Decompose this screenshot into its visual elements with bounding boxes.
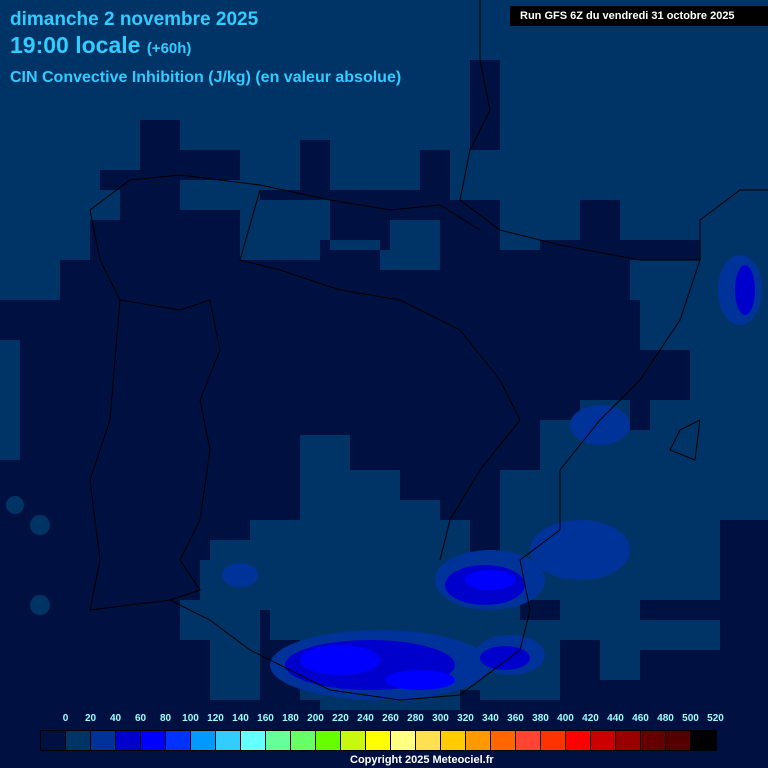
legend-swatch [116,731,141,750]
parameter-title: CIN Convective Inhibition (J/kg) (en val… [10,69,402,86]
legend-label: 180 [282,713,299,724]
legend-swatch [141,731,166,750]
legend-swatch [241,731,266,750]
legend-color-bar [40,730,717,751]
legend-label: 440 [607,713,624,724]
legend-swatch [91,731,116,750]
legend-swatch [666,731,691,750]
run-info: Run GFS 6Z du vendredi 31 octobre 2025 [510,6,768,26]
legend-label: 360 [507,713,524,724]
legend-swatch [416,731,441,750]
legend-swatch [541,731,566,750]
legend-label: 80 [159,713,172,724]
legend-label: 0 [62,713,69,724]
copyright: Copyright 2025 Meteociel.fr [350,754,494,766]
legend-swatch [391,731,416,750]
legend-label: 160 [257,713,274,724]
legend-label: 500 [682,713,699,724]
legend-label: 240 [357,713,374,724]
cin-map [0,0,768,710]
legend-swatch [41,731,66,750]
legend-label: 40 [109,713,122,724]
legend-swatch [441,731,466,750]
legend-swatch [641,731,666,750]
legend-swatch [491,731,516,750]
legend-label: 260 [382,713,399,724]
legend-label: 280 [407,713,424,724]
legend-label: 520 [707,713,724,724]
legend-label: 300 [432,713,449,724]
legend-swatch [266,731,291,750]
legend-swatch [566,731,591,750]
legend-label: 200 [307,713,324,724]
legend-swatch [166,731,191,750]
legend-label: 220 [332,713,349,724]
legend-swatch [216,731,241,750]
legend-label: 380 [532,713,549,724]
legend-swatch [691,731,716,750]
legend-label: 400 [557,713,574,724]
legend-swatch [366,731,391,750]
legend-label: 460 [632,713,649,724]
legend-swatch [616,731,641,750]
legend-label: 120 [207,713,224,724]
lead-time: (+60h) [146,40,192,57]
legend-label: 100 [182,713,199,724]
local-time: 19:00 locale [10,32,141,58]
legend-swatch [591,731,616,750]
legend-label: 60 [134,713,147,724]
legend-swatch [66,731,91,750]
legend-swatch [466,731,491,750]
legend-label: 420 [582,713,599,724]
legend-swatch [341,731,366,750]
legend-label: 320 [457,713,474,724]
legend-swatch [316,731,341,750]
legend-labels: 0 20 40 60 80 100 120 140 160 180 200 220 240 260 280 3… [53,713,728,724]
legend-swatch [516,731,541,750]
legend-label: 20 [84,713,97,724]
legend-label: 140 [232,713,249,724]
legend-label: 480 [657,713,674,724]
legend-label: 340 [482,713,499,724]
forecast-date: dimanche 2 novembre 2025 [10,9,259,30]
forecast-time: 19:00 locale (+60h) [10,32,191,59]
legend-swatch [291,731,316,750]
legend-swatch [191,731,216,750]
